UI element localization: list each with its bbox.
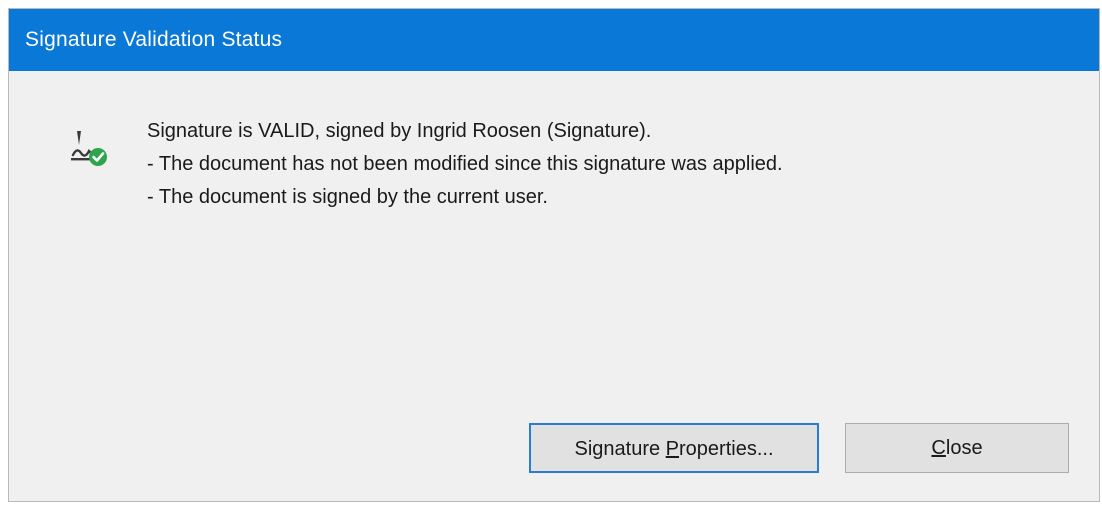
validation-detail-signer: - The document is signed by the current …	[147, 186, 548, 208]
dialog-titlebar[interactable]: Signature Validation Status	[9, 9, 1099, 71]
signature-properties-button[interactable]: Signature Properties...	[529, 423, 819, 473]
signature-validation-dialog: Signature Validation Status Signature is…	[8, 8, 1100, 502]
dialog-title: Signature Validation Status	[25, 28, 283, 51]
validation-summary: Signature is VALID, signed by Ingrid Roo…	[147, 120, 652, 142]
signature-properties-label-post: roperties...	[679, 438, 774, 460]
close-label-post: lose	[945, 437, 983, 459]
close-button[interactable]: Close	[845, 423, 1069, 473]
signature-properties-mnemonic: P	[665, 438, 680, 460]
close-mnemonic: C	[931, 437, 946, 459]
signature-properties-label-pre: Signature	[574, 438, 666, 460]
validation-message: Signature is VALID, signed by Ingrid Roo…	[147, 115, 783, 214]
validation-detail-modified: - The document has not been modified sin…	[147, 153, 783, 175]
signature-valid-icon	[71, 131, 107, 166]
